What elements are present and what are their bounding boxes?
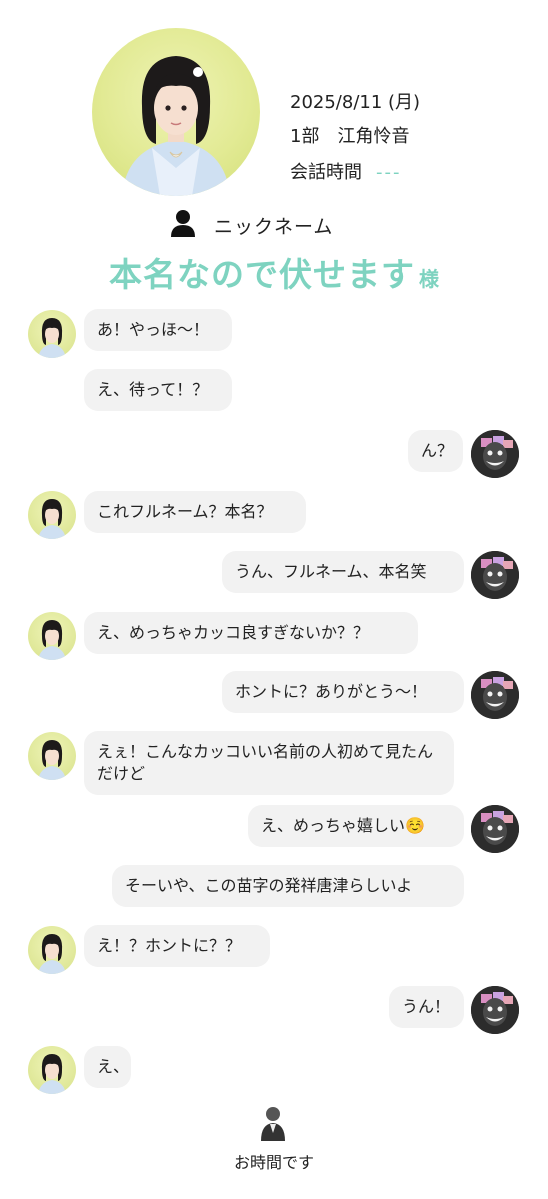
- session-end-label: お時間です: [233, 1153, 314, 1172]
- person-bust-icon: [260, 1105, 286, 1141]
- message-bubble-idol: え！？ホントに？？: [84, 925, 270, 967]
- display-name-row: 本名なので伏せます様: [0, 248, 548, 296]
- idol-avatar: [28, 732, 76, 780]
- fan-avatar: [471, 805, 519, 853]
- message-bubble-fan: え、めっちゃ嬉しい☺️: [248, 805, 464, 847]
- fan-avatar: [471, 671, 519, 719]
- profile-photo: [92, 28, 260, 196]
- idol-avatar: [28, 926, 76, 974]
- message-bubble-idol: え、: [84, 1046, 131, 1088]
- message-bubble-fan: ホントに？ありがとう〜！: [222, 671, 464, 713]
- message-bubble-idol: えぇ！こんなカッコいい名前の人初めて見たんだけど: [84, 731, 454, 795]
- person-icon: [170, 209, 196, 241]
- fan-avatar: [471, 551, 519, 599]
- message-bubble-idol: え、待って！？: [84, 369, 232, 411]
- fan-avatar: [471, 430, 519, 478]
- honorific: 様: [419, 267, 439, 291]
- message-bubble-fan: ん？: [408, 430, 463, 472]
- idol-avatar: [28, 1046, 76, 1094]
- duration-value: ---: [376, 162, 402, 183]
- message-bubble-fan: うん、フルネーム、本名笑: [222, 551, 464, 593]
- conversation-duration: 会話時間 ---: [290, 158, 402, 184]
- idol-avatar: [28, 491, 76, 539]
- idol-avatar: [28, 310, 76, 358]
- nickname-row: ニックネーム: [170, 210, 333, 240]
- message-bubble-idol: あ！やっほ〜！: [84, 309, 232, 351]
- message-bubble-fan: そーいや、この苗字の発祥唐津らしいよ: [112, 865, 464, 907]
- display-name: 本名なので伏せます: [109, 255, 415, 294]
- fan-avatar: [471, 986, 519, 1034]
- message-bubble-fan: うん！: [389, 986, 464, 1028]
- session-slot: 1部 江角怜音: [290, 126, 410, 147]
- nickname-label: ニックネーム: [214, 215, 334, 238]
- message-bubble-idol: え、めっちゃカッコ良すぎないか？？: [84, 612, 418, 654]
- session-date: 2025/8/11 (月): [290, 92, 421, 113]
- message-bubble-idol: これフルネーム？本名？: [84, 491, 306, 533]
- idol-avatar: [28, 612, 76, 660]
- duration-label: 会話時間: [290, 162, 362, 183]
